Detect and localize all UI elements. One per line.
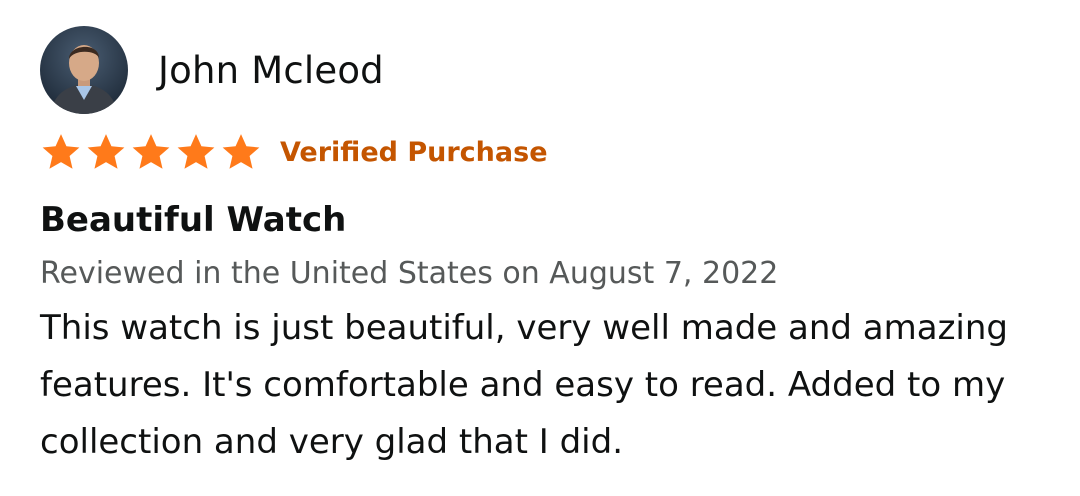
star-icon: [132, 134, 170, 169]
star-icon: [42, 134, 80, 169]
avatar[interactable]: [40, 26, 128, 114]
review-date: Reviewed in the United States on August …: [40, 256, 779, 291]
star-icon: [177, 134, 215, 169]
review-title[interactable]: Beautiful Watch: [40, 198, 1060, 242]
review-body: This watch is just beautiful, very well …: [40, 308, 1008, 462]
star-icon: [222, 134, 260, 169]
star-icon: [87, 134, 125, 169]
rating-row: Verified Purchase: [40, 130, 1060, 174]
verified-purchase-badge: Verified Purchase: [280, 136, 548, 168]
avatar-photo: [40, 26, 128, 114]
star-rating[interactable]: [40, 131, 262, 173]
reviewer-name[interactable]: John Mcleod: [158, 49, 384, 92]
review-card: John Mcleod Verified Purchase Beautiful …: [40, 26, 1060, 471]
reviewer-profile[interactable]: John Mcleod: [40, 26, 1060, 114]
